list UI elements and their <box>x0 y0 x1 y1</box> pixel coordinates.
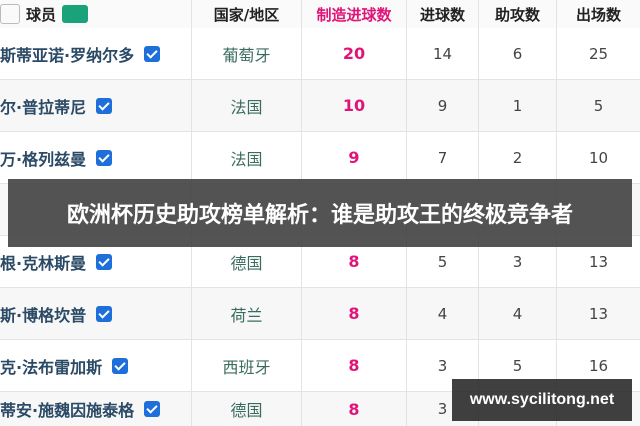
brand-logo-icon <box>62 5 89 23</box>
created-goals-cell: 8 <box>302 392 407 426</box>
country-cell: 西班牙 <box>192 340 302 391</box>
created-goals-cell: 9 <box>302 132 407 183</box>
appearances-cell: 5 <box>593 96 604 115</box>
player-name: 斯蒂亚诺·罗纳尔多 <box>0 45 135 65</box>
appearances-cell: 13 <box>588 304 609 323</box>
assists-cell: 4 <box>479 288 557 339</box>
row-checkbox[interactable] <box>96 149 113 166</box>
player-name: 根·克林斯曼 <box>0 253 87 273</box>
player-cell: 万·格列兹曼 <box>0 132 192 183</box>
title-banner: 欧洲杯历史助攻榜单解析：谁是助攻王的终极竞争者 <box>8 179 632 247</box>
created-goals-cell: 8 <box>302 340 407 391</box>
country-cell: 荷兰 <box>192 288 302 339</box>
header-player-cell: 球员 <box>0 0 192 28</box>
created-goals-cell: 8 <box>302 288 407 339</box>
country-cell: 葡萄牙 <box>192 28 302 79</box>
table-row: 万·格列兹曼 法国 9 7 2 10 <box>0 132 640 184</box>
watermark: www.sycilitong.net <box>452 379 632 421</box>
player-name: 蒂安·施魏因施泰格 <box>0 401 135 420</box>
player-cell: 蒂安·施魏因施泰格 <box>0 392 192 426</box>
header-goals: 进球数 <box>407 0 479 28</box>
table-row: 斯蒂亚诺·罗纳尔多 葡萄牙 20 14 6 25 <box>0 28 640 80</box>
appearances-cell: 25 <box>588 44 609 63</box>
header-created-goals: 制造进球数 <box>302 0 407 28</box>
goals-cell: 7 <box>407 132 479 183</box>
header-country: 国家/地区 <box>192 0 302 28</box>
header-assists: 助攻数 <box>479 0 557 28</box>
player-cell: 斯·博格坎普 <box>0 288 192 339</box>
table-row: 尔·普拉蒂尼 法国 10 9 1 5 <box>0 80 640 132</box>
assists-cell: 6 <box>479 28 557 79</box>
row-checkbox[interactable] <box>96 305 113 322</box>
player-cell: 斯蒂亚诺·罗纳尔多 <box>0 28 192 79</box>
player-cell: 克·法布雷加斯 <box>0 340 192 391</box>
table-header: 球员 国家/地区 制造进球数 进球数 助攻数 出场数 <box>0 0 640 29</box>
player-name: 克·法布雷加斯 <box>0 357 103 377</box>
table-row: 斯·博格坎普 荷兰 8 4 4 13 <box>0 288 640 340</box>
created-goals-cell: 10 <box>302 80 407 131</box>
row-checkbox[interactable] <box>96 253 113 270</box>
assists-cell: 1 <box>479 80 557 131</box>
player-name: 尔·普拉蒂尼 <box>0 97 87 117</box>
goals-cell: 9 <box>407 80 479 131</box>
assists-cell: 2 <box>479 132 557 183</box>
row-checkbox[interactable] <box>96 97 113 114</box>
goals-cell: 14 <box>407 28 479 79</box>
country-cell: 法国 <box>192 80 302 131</box>
banner-title: 欧洲杯历史助攻榜单解析：谁是助攻王的终极竞争者 <box>66 203 573 228</box>
country-cell: 法国 <box>192 132 302 183</box>
country-cell: 德国 <box>192 392 302 426</box>
player-cell: 尔·普拉蒂尼 <box>0 80 192 131</box>
row-checkbox[interactable] <box>144 45 161 62</box>
goals-cell: 4 <box>407 288 479 339</box>
player-name: 万·格列兹曼 <box>0 149 87 169</box>
appearances-cell: 10 <box>588 148 609 167</box>
row-checkbox[interactable] <box>144 401 161 417</box>
created-goals-cell: 20 <box>302 28 407 79</box>
header-appearances: 出场数 <box>575 5 621 24</box>
logo-icon <box>0 4 20 24</box>
player-name: 斯·博格坎普 <box>0 305 87 325</box>
watermark-text: www.sycilitong.net <box>469 391 615 408</box>
header-player: 球员 <box>26 5 57 24</box>
row-checkbox[interactable] <box>112 357 129 374</box>
